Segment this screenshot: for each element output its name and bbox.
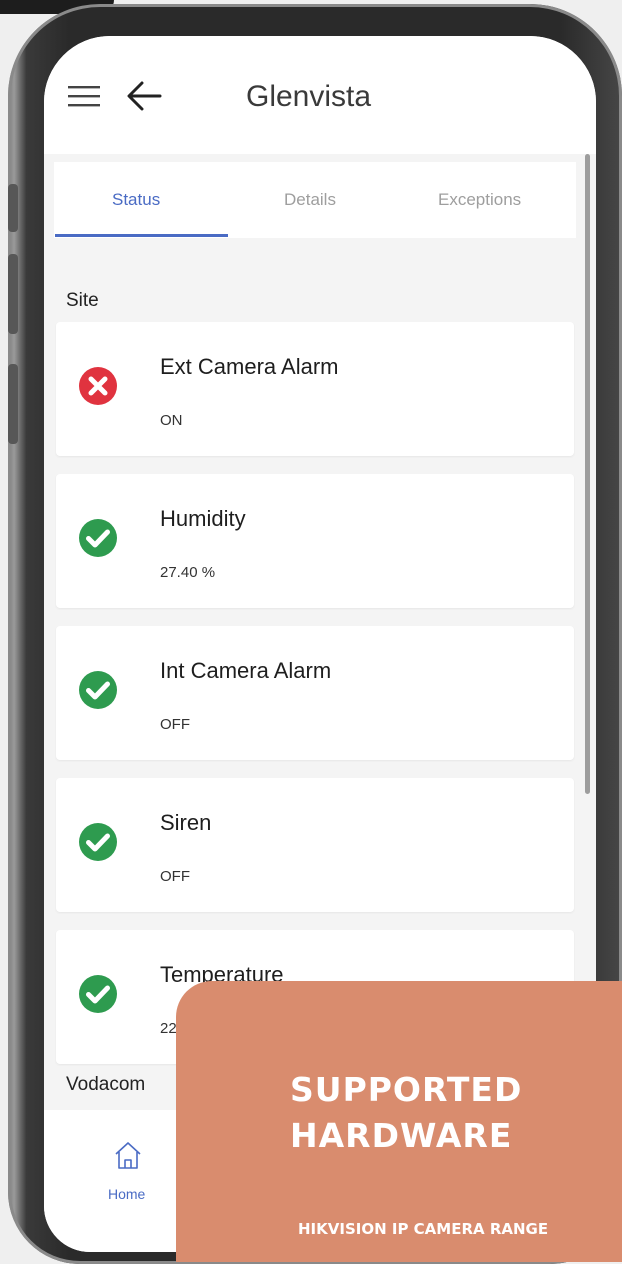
status-item-name: Ext Camera Alarm (160, 354, 339, 379)
status-item-name: Int Camera Alarm (160, 658, 332, 683)
status-item-value: 22 (160, 1020, 177, 1037)
tab-details[interactable]: Details (284, 190, 336, 210)
phone-side-button (8, 254, 18, 334)
check-icon (79, 975, 117, 1013)
status-item-value: 27.40 % (160, 564, 216, 581)
status-item-siren[interactable]: Siren OFF (56, 778, 574, 912)
check-icon (79, 519, 117, 557)
status-item-humidity[interactable]: Humidity 27.40 % (56, 474, 574, 608)
promo-banner: SUPPORTED HARDWARE HIKVISION IP CAMERA R… (176, 981, 622, 1262)
status-item-name: Siren (160, 810, 212, 835)
error-icon (79, 367, 117, 405)
page-title: Glenvista (246, 80, 372, 113)
group-label-vodacom: Vodacom (66, 1074, 146, 1095)
phone-side-button (8, 364, 18, 444)
app-bar: Glenvista (44, 36, 596, 154)
group-label-site: Site (66, 290, 99, 311)
home-icon[interactable] (114, 1140, 142, 1170)
active-tab-indicator (55, 234, 228, 237)
nav-home-label[interactable]: Home (108, 1186, 145, 1202)
phone-side-button (8, 184, 18, 232)
status-item-name: Humidity (160, 506, 246, 531)
scrollbar[interactable] (585, 154, 590, 794)
status-item-value: OFF (160, 716, 190, 733)
back-arrow-icon[interactable] (126, 80, 162, 112)
tab-bar: Status Details Exceptions (54, 162, 576, 238)
check-icon (79, 671, 117, 709)
content-area[interactable]: Status Details Exceptions Site Ext Camer… (44, 154, 596, 1110)
promo-subtitle: HIKVISION IP CAMERA RANGE (298, 1220, 549, 1238)
status-item-ext-camera-alarm[interactable]: Ext Camera Alarm ON (56, 322, 574, 456)
status-item-value: OFF (160, 868, 190, 885)
status-item-value: ON (160, 412, 183, 429)
status-item-int-camera-alarm[interactable]: Int Camera Alarm OFF (56, 626, 574, 760)
menu-icon[interactable] (68, 84, 100, 108)
tab-exceptions[interactable]: Exceptions (438, 190, 521, 210)
check-icon (79, 823, 117, 861)
tab-status[interactable]: Status (112, 190, 160, 210)
promo-title: SUPPORTED HARDWARE (290, 1070, 523, 1155)
